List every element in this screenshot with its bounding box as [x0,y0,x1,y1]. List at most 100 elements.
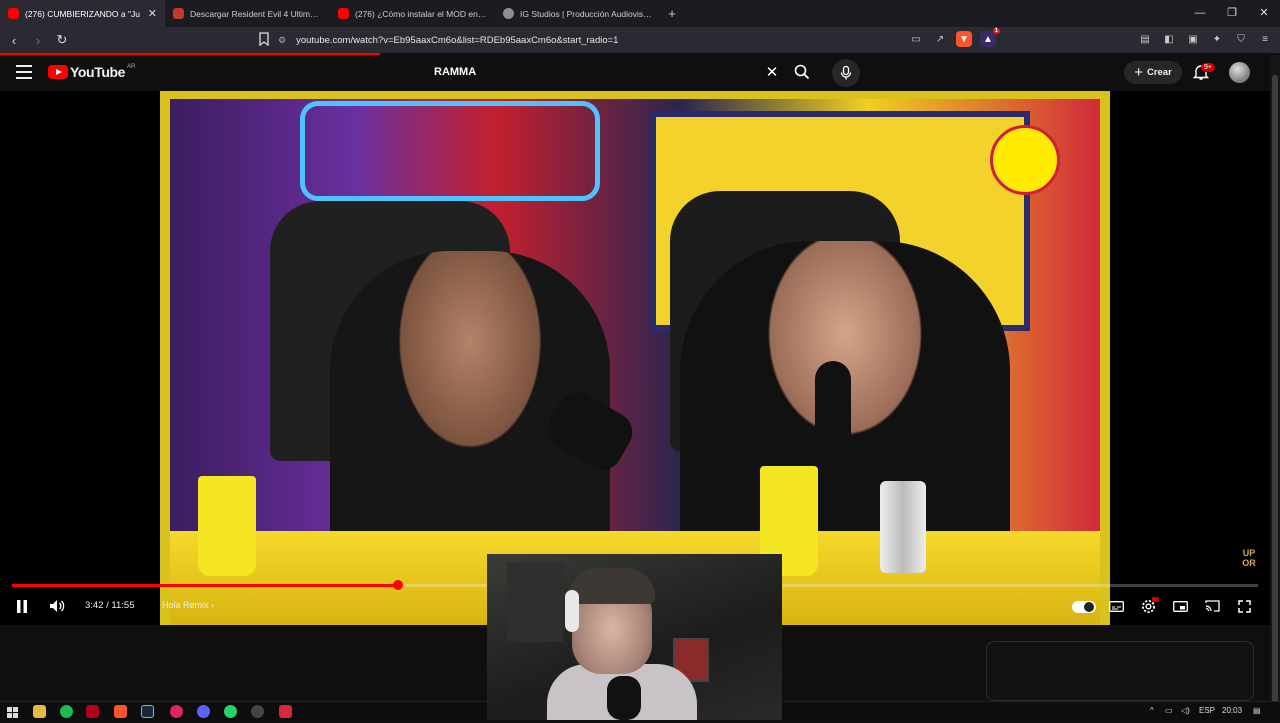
globe-icon [503,8,514,19]
windows-start-icon[interactable] [7,705,20,718]
country-code: AR [127,64,136,70]
url-actions: ▭ ↗ ▼ ▲ 1 [908,28,1000,47]
brave-rewards-icon[interactable]: ▲ 1 [980,28,1000,47]
app-icon[interactable] [86,705,99,718]
app-icon[interactable] [279,705,292,718]
subtitles-button[interactable] [1106,595,1126,617]
volume-tray-icon[interactable]: ◁) [1181,706,1190,715]
streamer-webcam-overlay [487,554,782,720]
scrollbar-thumb[interactable] [1272,75,1278,705]
tab-youtube-mod[interactable]: (276) ¿Cómo instalar el MOD en Espa [330,0,495,27]
tab-youtube-video[interactable]: (276) CUMBIERIZANDO a "Ju ✕ [0,0,165,27]
tab-resident-evil[interactable]: Descargar Resident Evil 4 Ultimate HD [165,0,330,27]
create-button[interactable]: + Crear [1124,61,1182,84]
brave-shields-icon[interactable]: ▼ [956,31,972,47]
recording-app-icon[interactable] [170,705,183,718]
search-input[interactable] [424,66,760,78]
search-icon [794,64,810,80]
chapter-title[interactable]: Hola Remix › [162,600,214,610]
tray-chevron-up-icon[interactable]: ^ [1150,706,1154,715]
pause-button[interactable] [12,595,32,617]
youtube-logo[interactable]: YouTube AR [48,64,135,80]
back-button[interactable]: ‹ [4,30,24,50]
wallet-icon[interactable]: ▣ [1186,31,1200,47]
tab-label: (276) ¿Cómo instalar el MOD en Espa [355,8,487,19]
fullscreen-button[interactable] [1234,595,1254,617]
streamer-microphone [607,676,641,720]
restore-icon[interactable]: ❐ [1216,0,1248,27]
volume-icon [50,600,65,612]
account-avatar[interactable] [1229,62,1250,83]
cast-icon [1204,600,1220,612]
site-info-icon[interactable]: ⚙ [278,35,286,46]
network-icon[interactable]: ▭ [1165,706,1173,715]
streamer-hair [569,568,655,604]
youtube-play-logo-icon [48,65,68,79]
clock[interactable]: 20:03 [1222,706,1242,715]
bookmark-icon[interactable] [258,32,270,47]
search-button[interactable] [786,61,818,83]
new-tab-button[interactable]: + [660,6,684,21]
show-logo-sticker [990,125,1060,195]
youtube-wordmark: YouTube [70,64,126,80]
tab-label: (276) CUMBIERIZANDO a "Ju [25,8,140,19]
language-indicator[interactable]: ESP [1199,706,1215,715]
pause-icon [17,599,27,613]
clear-search-icon[interactable]: ✕ [760,63,784,81]
cast-button[interactable] [1202,595,1222,617]
share-icon[interactable]: ↗ [932,31,948,47]
video-frame[interactable] [160,91,1110,625]
window-controls: — ❐ ✕ [1184,0,1280,27]
file-explorer-icon[interactable] [33,705,46,718]
discord-icon[interactable] [197,705,210,718]
site-favicon-icon [173,8,184,19]
leo-ai-icon[interactable]: ✦ [1210,31,1224,47]
autoplay-toggle[interactable] [1072,601,1096,613]
captions-icon [1108,600,1124,612]
tab-ig-studios[interactable]: IG Studios | Producción Audiovisual y [495,0,660,27]
steam-icon[interactable] [141,705,154,718]
drink-can [880,481,926,573]
chevron-right-icon: › [211,600,215,610]
minimize-icon[interactable]: — [1184,0,1216,27]
headphones [565,590,579,632]
notification-center-icon[interactable]: ▤ [1253,706,1261,715]
whatsapp-icon[interactable] [224,705,237,718]
reload-button[interactable]: ↻ [52,30,72,50]
microphone-icon [840,66,852,80]
miniplayer-button[interactable] [1170,595,1190,617]
background-shelf [507,562,563,642]
channel-watermark[interactable]: UP OR [1238,548,1260,568]
page-scrollbar[interactable] [1270,55,1280,705]
time-display: 3:42 / 11:55 [85,600,135,611]
voice-search-button[interactable] [832,59,860,87]
spotify-icon[interactable] [60,705,73,718]
hd-badge [1152,597,1159,602]
tab-label: Descargar Resident Evil 4 Ultimate HD [190,8,322,19]
recommendation-card[interactable] [986,641,1254,701]
browser-tab-strip: (276) CUMBIERIZANDO a "Ju ✕ Descargar Re… [0,0,1280,27]
video-player[interactable]: UP OR 3:42 / 11:55 Hola Remix › [0,91,1270,625]
chapter-label: Hola Remix [162,600,209,610]
close-window-icon[interactable]: ✕ [1248,0,1280,27]
rewards-badge: 1 [992,28,1000,34]
miniplayer-icon [1172,600,1188,612]
reading-list-icon[interactable]: ▤ [1138,31,1152,47]
obs-icon[interactable] [251,705,264,718]
brave-browser-icon[interactable] [114,705,127,718]
fullscreen-icon [1237,599,1251,613]
forward-button[interactable]: › [28,30,48,50]
screen-icon[interactable]: ▭ [908,31,924,47]
close-tab-icon[interactable]: ✕ [148,7,157,20]
neon-sign [300,101,600,201]
mute-button[interactable] [46,595,68,617]
tab-label: IG Studios | Producción Audiovisual y [520,8,652,19]
youtube-header: YouTube AR ✕ + Crear [0,55,1280,91]
vpn-icon[interactable]: ⛉ [1234,31,1248,47]
guide-menu-icon[interactable] [16,65,32,79]
progress-played [12,584,399,587]
browser-menu-icon[interactable]: ≡ [1258,31,1272,47]
address-bar[interactable]: ⚙ youtube.com/watch?v=Eb95aaxCm6o&list=R… [278,30,998,50]
search-box: ✕ [424,59,784,85]
sidebar-icon[interactable]: ◧ [1162,31,1176,47]
